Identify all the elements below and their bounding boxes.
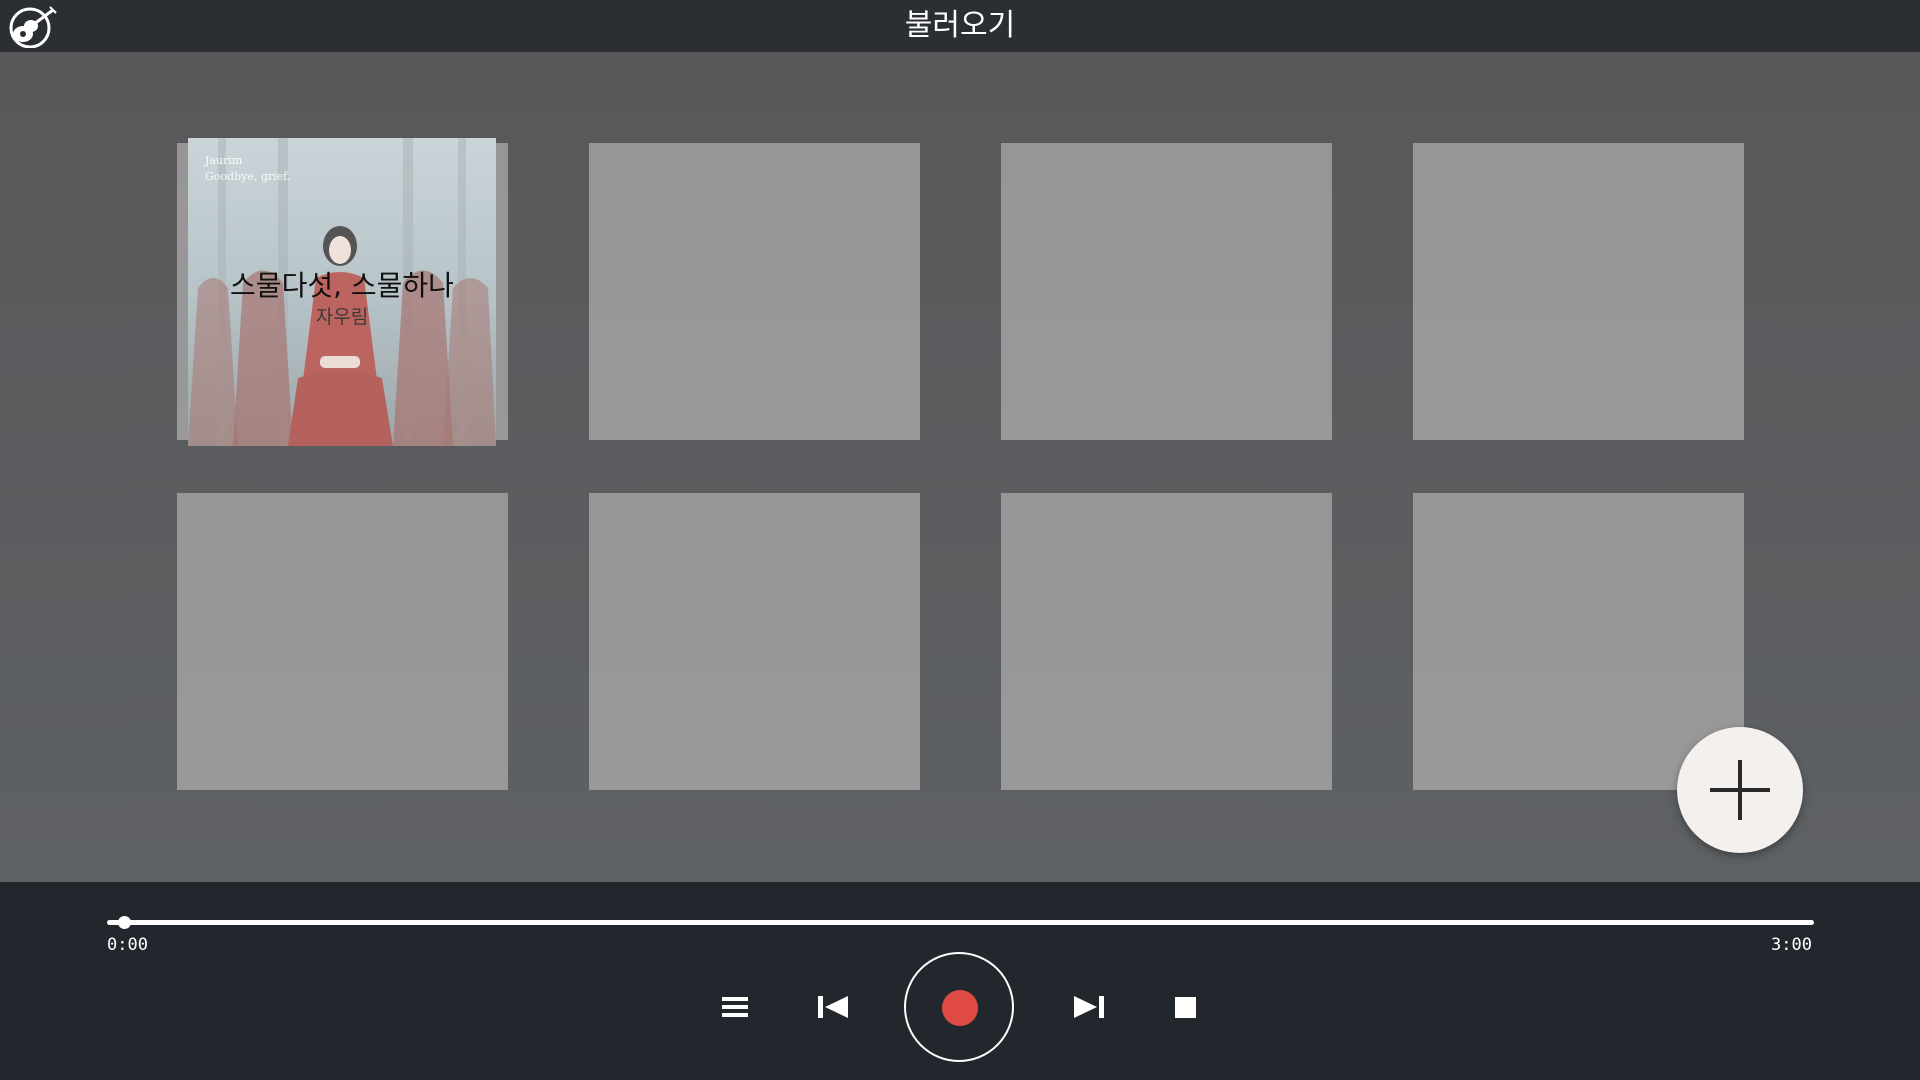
record-icon (942, 990, 978, 1026)
app-header: 불러오기 (0, 0, 1920, 52)
song-slot-2[interactable] (589, 143, 920, 440)
skip-previous-icon (818, 996, 848, 1018)
playlist-button[interactable] (722, 995, 750, 1019)
list-icon (722, 997, 748, 1017)
record-button[interactable] (904, 952, 1014, 1062)
saved-songs-grid: Jaurim Goodbye, grief. 스물다섯, 스물하나 자우림 (0, 52, 1920, 882)
album-art-album-text: Goodbye, grief. (205, 170, 291, 183)
song-slot-3[interactable] (1001, 143, 1332, 440)
song-slot-7[interactable] (1001, 493, 1332, 790)
song-title: 스물다섯, 스물하나 (230, 269, 454, 302)
page-title: 불러오기 (904, 8, 1016, 43)
skip-next-icon (1074, 996, 1104, 1018)
add-song-button[interactable] (1677, 727, 1803, 853)
song-slot-5[interactable] (177, 493, 508, 790)
seek-thumb[interactable] (118, 916, 132, 929)
current-time: 0:00 (107, 935, 148, 955)
song-slot-4[interactable] (1413, 143, 1744, 440)
album-art-artist-text: Jaurim (205, 154, 243, 167)
song-artist: 자우림 (315, 306, 369, 328)
next-button[interactable] (1073, 994, 1105, 1020)
plus-icon (1710, 760, 1770, 820)
player-bar: 0:00 3:00 (0, 882, 1920, 1080)
album-card[interactable]: Jaurim Goodbye, grief. 스물다섯, 스물하나 자우림 (188, 138, 496, 446)
stop-button[interactable] (1175, 997, 1196, 1018)
previous-button[interactable] (817, 994, 849, 1020)
seek-bar[interactable] (107, 920, 1814, 925)
total-time: 3:00 (1771, 935, 1812, 955)
song-slot-6[interactable] (589, 493, 920, 790)
